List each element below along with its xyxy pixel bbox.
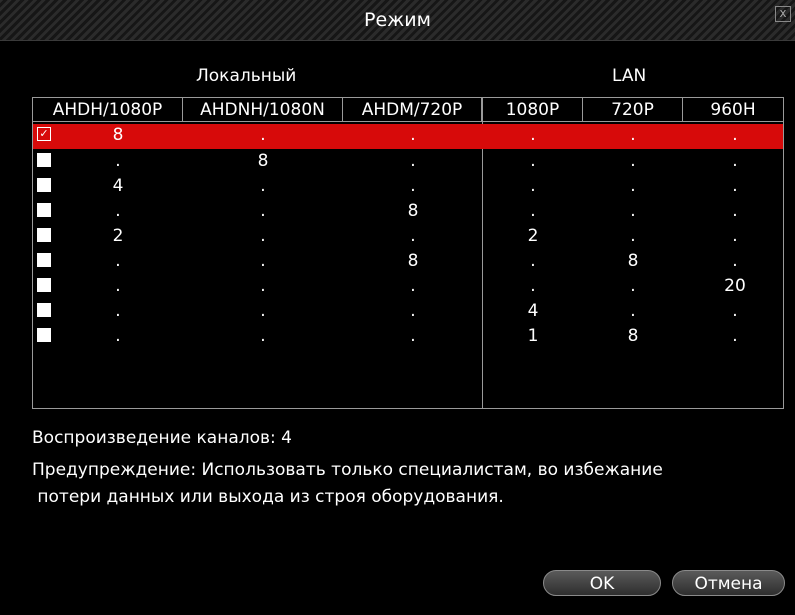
column-header-1080p: 1080P xyxy=(483,98,583,122)
checkbox[interactable] xyxy=(37,253,51,267)
checkbox[interactable] xyxy=(37,228,51,242)
warning-text-line-1: Предупреждение: Использовать только спец… xyxy=(32,460,663,480)
table-row[interactable]: .. 8. 8. xyxy=(33,250,783,275)
checkbox[interactable] xyxy=(37,303,51,317)
table-cell: . xyxy=(732,251,738,271)
table-cell: 4 xyxy=(112,176,124,196)
table-cell: 4 xyxy=(527,301,539,321)
table-cell: . xyxy=(732,226,738,246)
table-cell: . xyxy=(115,301,121,321)
table-cell: . xyxy=(410,226,416,246)
table-cell: 8 xyxy=(627,251,639,271)
table-cell: . xyxy=(410,151,416,171)
table-cell: 8 xyxy=(112,125,124,145)
table-cell: . xyxy=(732,326,738,346)
checkbox[interactable] xyxy=(37,153,51,167)
table-cell: . xyxy=(630,201,636,221)
table-cell: . xyxy=(260,301,266,321)
dialog-titlebar: Режим x xyxy=(0,0,795,41)
table-cell: . xyxy=(115,326,121,346)
table-cell: . xyxy=(530,125,536,145)
table-cell: . xyxy=(732,301,738,321)
column-header-ahdm-720p: AHDM/720P xyxy=(343,98,482,122)
table-cell: . xyxy=(732,125,738,145)
table-row[interactable]: . 8.... xyxy=(33,150,783,175)
table-row[interactable]: .. 8... xyxy=(33,200,783,225)
checkbox[interactable] xyxy=(37,328,51,342)
table-cell: . xyxy=(115,151,121,171)
table-cell: . xyxy=(630,151,636,171)
column-header-ahdnh-1080n: AHDNH/1080N xyxy=(183,98,343,122)
table-cell: . xyxy=(115,201,121,221)
table-cell: . xyxy=(260,251,266,271)
group-header-local: Локальный xyxy=(196,66,297,86)
table-cell: . xyxy=(260,326,266,346)
table-cell: . xyxy=(630,226,636,246)
table-cell: . xyxy=(260,276,266,296)
table-row[interactable]: 2.. 2.. xyxy=(33,225,783,250)
table-cell: 1 xyxy=(527,326,539,346)
table-cell: . xyxy=(410,326,416,346)
table-cell: 8 xyxy=(407,251,419,271)
column-header-960h: 960H xyxy=(683,98,783,122)
checkbox[interactable] xyxy=(37,203,51,217)
table-cell: 2 xyxy=(527,226,539,246)
warning-text-line-2: потери данных или выхода из строя оборуд… xyxy=(32,487,504,507)
table-cell: . xyxy=(630,176,636,196)
close-icon[interactable]: x xyxy=(775,6,791,22)
playback-channels-text: Воспроизведение каналов: 4 xyxy=(32,428,292,448)
table-cell: . xyxy=(530,276,536,296)
table-row[interactable]: ... 4.. xyxy=(33,300,783,325)
table-cell: . xyxy=(530,176,536,196)
cancel-button[interactable]: Отмена xyxy=(672,570,785,596)
table-row[interactable]: ..... 20 xyxy=(33,275,783,300)
table-cell: . xyxy=(630,301,636,321)
table-cell: . xyxy=(732,151,738,171)
table-cell: 8 xyxy=(407,201,419,221)
table-cell: . xyxy=(530,251,536,271)
table-cell: . xyxy=(260,176,266,196)
table-row[interactable]: 4..... xyxy=(33,175,783,200)
table-cell: . xyxy=(115,276,121,296)
table-row[interactable]: ... 1 8. xyxy=(33,325,783,350)
table-cell: . xyxy=(732,201,738,221)
table-cell: . xyxy=(732,176,738,196)
table-cell: . xyxy=(630,125,636,145)
checkbox[interactable] xyxy=(37,178,51,192)
checkbox-checked[interactable]: ✓ xyxy=(37,127,51,141)
column-header-720p: 720P xyxy=(583,98,683,122)
table-cell: . xyxy=(530,151,536,171)
dialog-title: Режим xyxy=(364,9,431,31)
table-cell: . xyxy=(410,276,416,296)
table-cell: . xyxy=(115,251,121,271)
table-cell: . xyxy=(260,201,266,221)
table-cell: . xyxy=(260,125,266,145)
table-cell: 20 xyxy=(724,276,746,296)
table-cell: 8 xyxy=(627,326,639,346)
table-cell: . xyxy=(410,125,416,145)
group-header-lan: LAN xyxy=(612,66,647,86)
table-row[interactable]: ✓ 8..... xyxy=(33,124,783,149)
ok-button[interactable]: OK xyxy=(543,570,661,596)
table-cell: 8 xyxy=(257,151,269,171)
checkbox[interactable] xyxy=(37,278,51,292)
column-header-ahdh-1080p: AHDH/1080P xyxy=(33,98,183,122)
table-cell: . xyxy=(410,176,416,196)
table-cell: . xyxy=(260,226,266,246)
table-cell: . xyxy=(530,201,536,221)
table-cell: . xyxy=(410,301,416,321)
table-cell: . xyxy=(630,276,636,296)
table-cell: 2 xyxy=(112,226,124,246)
